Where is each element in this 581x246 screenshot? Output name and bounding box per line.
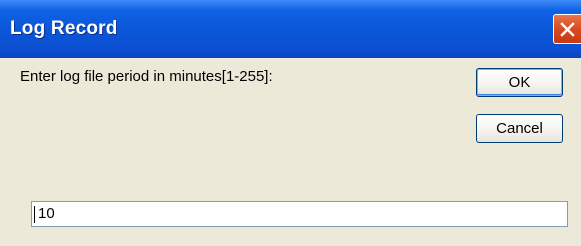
window-title: Log Record — [10, 18, 118, 39]
period-input[interactable]: 10 — [31, 201, 568, 227]
title-bar[interactable]: Log Record — [0, 0, 581, 58]
close-button[interactable] — [553, 14, 581, 44]
ok-button[interactable]: OK — [476, 68, 563, 97]
close-icon — [560, 22, 575, 37]
text-caret — [34, 206, 35, 223]
period-input-value: 10 — [38, 205, 55, 222]
cancel-button[interactable]: Cancel — [476, 114, 563, 143]
dialog-window: Log Record Enter log file period in minu… — [0, 0, 581, 246]
prompt-label: Enter log file period in minutes[1-255]: — [20, 68, 273, 85]
